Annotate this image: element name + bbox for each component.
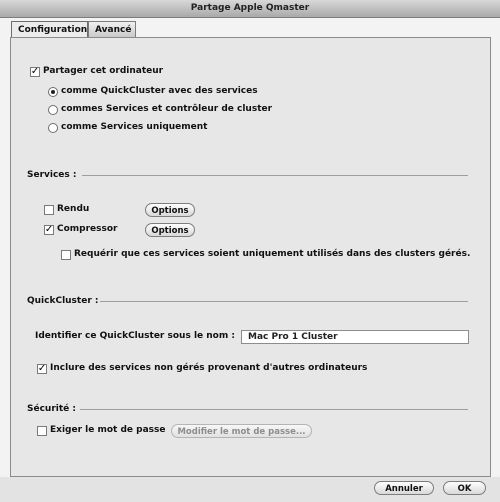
require-password-checkbox[interactable] xyxy=(37,426,47,436)
quickcluster-name-label: Identifier ce QuickCluster sous le nom : xyxy=(35,331,235,341)
rendu-checkbox[interactable] xyxy=(44,205,54,215)
rendu-label: Rendu xyxy=(57,204,90,214)
quickcluster-divider xyxy=(100,301,468,302)
security-heading: Sécurité : xyxy=(27,404,76,414)
ok-button[interactable]: OK xyxy=(443,481,486,495)
radio-quickcluster[interactable] xyxy=(48,87,58,97)
modify-password-button[interactable]: Modifier le mot de passe... xyxy=(171,424,312,438)
rendu-options-button[interactable]: Options xyxy=(145,203,195,217)
compressor-checkbox[interactable]: ✓ xyxy=(44,225,54,235)
tab-avance[interactable]: Avancé xyxy=(88,21,136,37)
radio-services-controller[interactable] xyxy=(48,105,58,115)
require-password-label: Exiger le mot de passe xyxy=(50,425,166,435)
include-unmanaged-label: Inclure des services non gérés provenant… xyxy=(50,363,368,373)
services-heading: Services : xyxy=(27,170,77,180)
radio-quickcluster-label: comme QuickCluster avec des services xyxy=(61,86,258,96)
window-title: Partage Apple Qmaster xyxy=(0,0,500,18)
share-computer-checkbox[interactable]: ✓ xyxy=(30,67,40,77)
radio-services-only-label: comme Services uniquement xyxy=(61,122,208,132)
compressor-label: Compressor xyxy=(57,224,118,234)
cancel-button[interactable]: Annuler xyxy=(374,481,434,495)
radio-services-only[interactable] xyxy=(48,123,58,133)
security-divider xyxy=(80,409,468,410)
services-divider xyxy=(82,175,468,176)
compressor-options-button[interactable]: Options xyxy=(145,223,195,237)
include-unmanaged-checkbox[interactable]: ✓ xyxy=(37,364,47,374)
require-managed-checkbox[interactable] xyxy=(61,250,71,260)
radio-services-controller-label: commes Services et contrôleur de cluster xyxy=(61,104,273,114)
quickcluster-heading: QuickCluster : xyxy=(27,296,99,306)
quickcluster-name-input[interactable]: Mac Pro 1 Cluster xyxy=(241,330,469,344)
share-computer-label: Partager cet ordinateur xyxy=(43,66,164,76)
tab-configuration[interactable]: Configuration xyxy=(11,21,88,37)
require-managed-label: Requérir que ces services soient uniquem… xyxy=(74,249,471,259)
radio-selected-dot xyxy=(51,90,55,94)
